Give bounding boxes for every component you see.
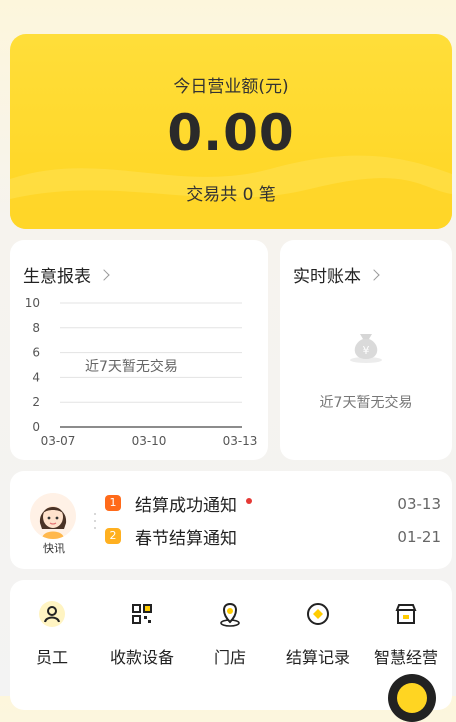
notice-item[interactable]: 1 结算成功通知	[105, 491, 252, 516]
func-staff[interactable]: 员工	[10, 600, 94, 668]
y-tick-label: 2	[32, 395, 40, 409]
chevron-right-icon	[98, 269, 110, 281]
store-icon	[395, 604, 417, 624]
news-avatar	[30, 493, 76, 539]
report-empty-text: 近7天暂无交易	[85, 359, 178, 375]
x-tick-label: 03-10	[132, 434, 167, 448]
business-report-label: 生意报表	[23, 267, 91, 287]
revenue-label: 今日营业额(元)	[173, 77, 289, 97]
y-tick-label: 4	[32, 370, 40, 384]
notice-date: 03-13	[397, 495, 441, 513]
unread-dot	[246, 498, 252, 504]
chevron-right-icon	[368, 269, 380, 281]
x-tick-label: 03-13	[223, 434, 258, 448]
revenue-amount: 0.00	[167, 104, 295, 162]
notice-index-badge: 1	[105, 495, 121, 511]
location-pin-icon	[220, 602, 240, 627]
money-bag-icon: ¥	[350, 334, 382, 363]
business-report-title[interactable]: 生意报表	[23, 262, 110, 287]
functions-card: 员工 收款设备 门店 结算记录 智慧经营	[10, 580, 452, 710]
notice-date: 01-21	[397, 528, 441, 546]
y-tick-label: 0	[32, 420, 40, 434]
func-label: 结算记录	[285, 648, 350, 667]
realtime-ledger-title[interactable]: 实时账本	[293, 262, 380, 287]
func-label: 门店	[213, 648, 246, 667]
y-tick-label: 10	[25, 296, 40, 310]
y-tick-label: 6	[32, 346, 40, 360]
func-store[interactable]: 门店	[188, 600, 272, 668]
svg-text:¥: ¥	[363, 344, 370, 357]
girl-avatar-icon	[30, 493, 76, 539]
func-devices[interactable]: 收款设备	[100, 600, 184, 668]
business-report-card[interactable]: 生意报表 10 8 6 4 2 0 03-07 03-10 03-13 近7天暂无交易	[10, 240, 268, 460]
notice-title: 结算成功通知	[135, 495, 237, 516]
func-label: 员工	[35, 648, 68, 667]
notice-item[interactable]: 2 春节结算通知	[105, 524, 237, 549]
floating-speaker-button[interactable]	[388, 674, 436, 722]
coin-record-icon	[307, 603, 329, 625]
realtime-ledger-card[interactable]: 实时账本 ¥ 近7天暂无交易	[280, 240, 452, 460]
speaker-icon	[397, 683, 427, 713]
divider-dots	[94, 513, 96, 529]
func-smart-business[interactable]: 智慧经营	[364, 600, 448, 668]
qr-device-icon	[132, 604, 152, 624]
func-label: 智慧经营	[373, 648, 438, 667]
func-label: 收款设备	[109, 648, 174, 667]
notice-title: 春节结算通知	[135, 528, 237, 549]
person-icon	[39, 601, 65, 627]
notice-index-badge: 2	[105, 528, 121, 544]
transaction-count: 交易共 0 笔	[186, 185, 276, 205]
x-tick-label: 03-07	[41, 434, 76, 448]
ledger-empty-text: 近7天暂无交易	[319, 395, 413, 411]
func-settlement[interactable]: 结算记录	[276, 600, 360, 668]
revenue-card[interactable]: 今日营业额(元) 0.00 交易共 0 笔	[10, 34, 452, 229]
realtime-ledger-label: 实时账本	[293, 267, 361, 287]
avatar-caption: 快讯	[43, 542, 65, 555]
y-tick-label: 8	[32, 321, 40, 335]
notification-card[interactable]: 快讯 1 结算成功通知 03-13 2 春节结算通知 01-21	[10, 471, 452, 569]
